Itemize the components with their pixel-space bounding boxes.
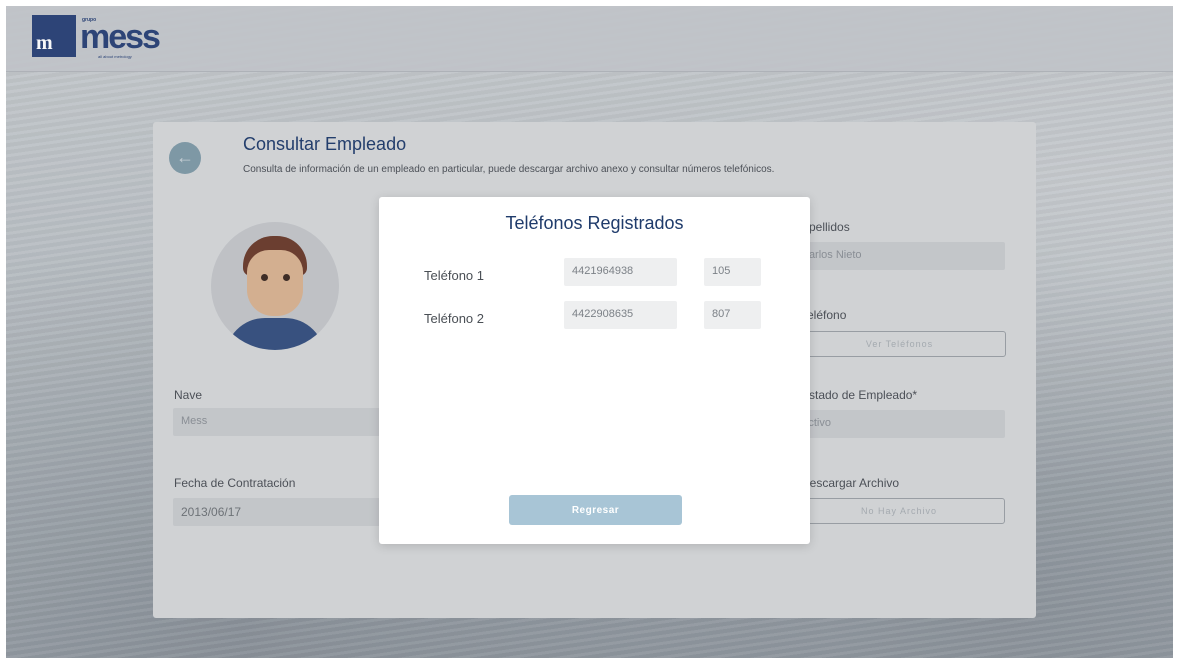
app-screen: m grupo mess all about metrology ← Consu… (6, 6, 1173, 658)
phone-row: Teléfono 1 4421964938 105 (379, 258, 810, 288)
modal-title: Teléfonos Registrados (505, 213, 684, 233)
phone-number-field: 4422908635 (564, 301, 677, 329)
phone-number-field: 4421964938 (564, 258, 677, 286)
phone-row: Teléfono 2 4422908635 807 (379, 301, 810, 331)
telefonos-modal: Teléfonos Registrados Teléfono 1 4421964… (379, 197, 810, 544)
phone-label: Teléfono 2 (424, 311, 484, 326)
regresar-button[interactable]: Regresar (509, 495, 682, 525)
phone-extension-field: 105 (704, 258, 761, 286)
phone-extension-field: 807 (704, 301, 761, 329)
phone-label: Teléfono 1 (424, 268, 484, 283)
